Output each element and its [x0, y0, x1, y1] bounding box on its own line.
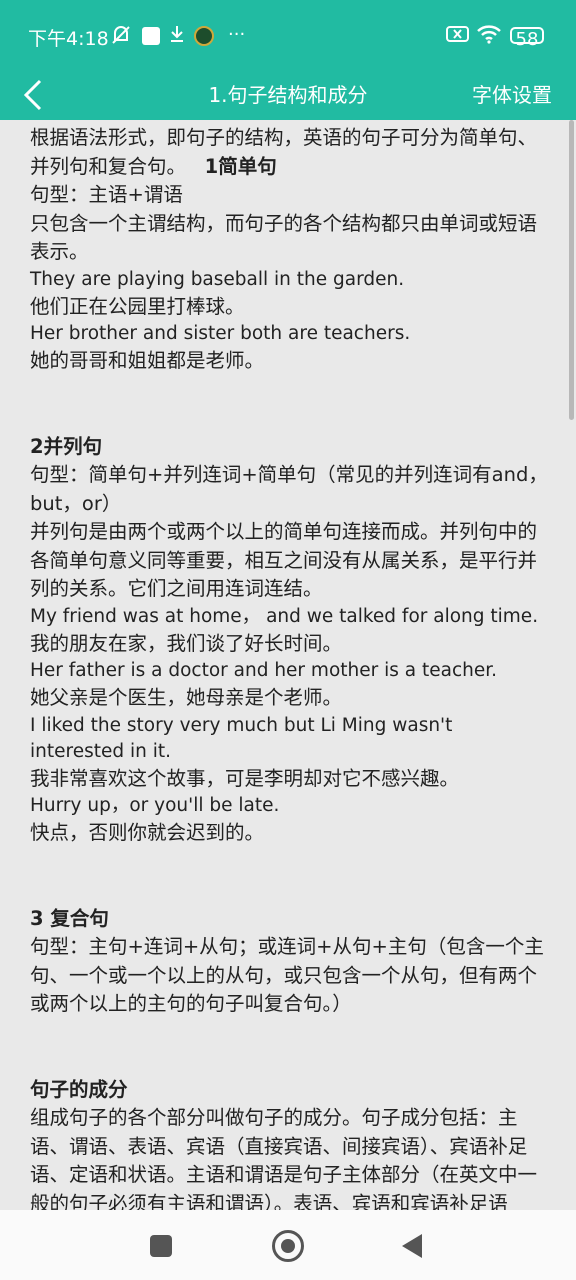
chevron-left-icon — [23, 79, 42, 111]
english-example: My friend was at home， and we talked for… — [30, 605, 539, 627]
english-example: They are playing baseball in the garden. — [30, 268, 405, 290]
mute-icon — [110, 24, 132, 52]
english-example: Hurry up，or you'll be late. — [30, 795, 280, 816]
scrollbar[interactable] — [569, 120, 574, 420]
section4-heading: 句子的成分 — [30, 1077, 128, 1101]
app-toolbar: 1.句子结构和成分 字体设置 — [0, 70, 576, 120]
intro-paragraph: 根据语法形式，即句子的结构，英语的句子可分为简单句、并列句和复合句。 1简单句 — [30, 126, 538, 178]
system-nav-bar — [0, 1210, 576, 1280]
more-icon: ··· — [228, 24, 246, 45]
english-example: Her father is a doctor and her mother is… — [30, 660, 498, 681]
section-compound-sentence: 句型：简单句+并列连词+简单句（常见的并列连词有and，but，or） 并列句是由… — [30, 461, 548, 848]
section-sentence-components: 组成句子的各个部分叫做句子的成分。句子成分包括：主语、谓语、表语、宾语（直接宾语… — [30, 1104, 548, 1210]
chinese-text: 他们正在公园里打棒球。 — [30, 294, 245, 318]
chinese-text: 快点，否则你就会迟到的。 — [30, 821, 265, 844]
section-simple-sentence: 句型：主语+谓语只包含一个主谓结构，而句子的各个结构都只由单词或短语表示。 The… — [30, 181, 548, 376]
section-complex-sentence: 句型：主句+连词+从句；或连词+从句+主句（包含一个主句、一个或一个以上的从句，… — [30, 933, 548, 1019]
download-icon — [168, 24, 186, 50]
font-settings-button[interactable]: 字体设置 — [472, 70, 552, 120]
chinese-text: 只包含一个主谓结构，而句子的各个结构都只由单词或短语表示。 — [30, 211, 538, 264]
english-example: Her brother and sister both are teachers… — [30, 323, 411, 344]
wifi-icon — [476, 24, 502, 50]
back-button[interactable] — [18, 70, 58, 120]
chinese-text: 我非常喜欢这个故事，可是李明却对它不感兴趣。 — [30, 766, 460, 790]
battery-icon: 58 — [510, 27, 544, 50]
section1-heading: 1简单句 — [204, 154, 277, 178]
chinese-text: 句型：简单句+并列连词+简单句（常见的并列连词有and，but，or） — [30, 463, 548, 515]
status-bar: 下午4:18 ··· 58 — [0, 0, 576, 70]
recents-square-icon[interactable] — [150, 1235, 172, 1257]
white-square-icon — [142, 27, 160, 45]
english-example: I liked the story very much but Li Ming … — [30, 714, 453, 762]
app-badge-icon — [194, 26, 214, 46]
chinese-text: 句型：主语+谓语 — [30, 183, 183, 206]
chinese-text: 我的朋友在家，我们谈了好长时间。 — [30, 631, 343, 655]
section2-heading: 2并列句 — [30, 434, 103, 458]
article-content[interactable]: 根据语法形式，即句子的结构，英语的句子可分为简单句、并列句和复合句。 1简单句 … — [0, 120, 576, 1210]
chinese-text: 她的哥哥和姐姐都是老师。 — [30, 349, 265, 372]
chinese-text: 并列句是由两个或两个以上的简单句连接而成。并列句中的各简单句意义同等重要，相互之… — [30, 520, 538, 600]
section3-heading: 3 复合句 — [30, 906, 109, 930]
notification-x-icon — [446, 24, 470, 50]
status-time: 下午4:18 — [28, 28, 109, 50]
back-triangle-icon[interactable] — [402, 1234, 422, 1258]
chinese-text: 她父亲是个医生，她母亲是个老师。 — [30, 686, 343, 709]
chinese-text: 句型：主句+连词+从句；或连词+从句+主句（包含一个主句、一个或一个以上的从句，… — [30, 935, 544, 1015]
home-circle-icon[interactable] — [272, 1230, 304, 1262]
chinese-text: 组成句子的各个部分叫做句子的成分。句子成分包括：主语、谓语、表语、宾语（直接宾语… — [30, 1106, 538, 1210]
